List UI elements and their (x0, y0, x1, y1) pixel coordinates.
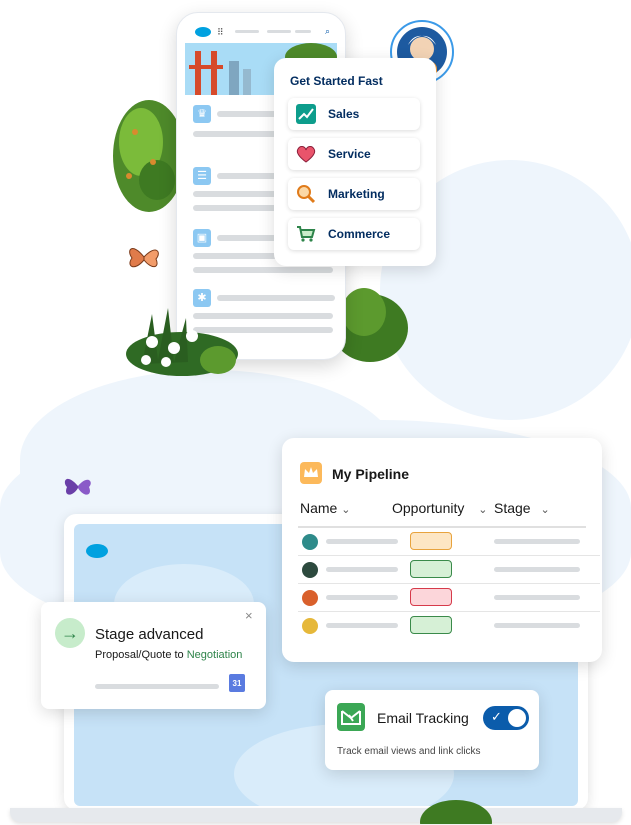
get-started-item-label: Sales (328, 107, 360, 121)
check-icon: ✓ (491, 709, 502, 724)
name-placeholder (326, 539, 398, 544)
get-started-item-service[interactable]: Service (288, 138, 420, 170)
contact-card-icon: ▣ (193, 229, 211, 247)
nav-placeholder (295, 30, 311, 33)
get-started-item-marketing[interactable]: Marketing (288, 178, 420, 210)
get-started-card: Get Started Fast Sales Service Marketing… (274, 58, 436, 266)
column-label: Opportunity (392, 500, 465, 516)
table-row[interactable] (298, 528, 600, 556)
phone-header: ⠿ ⌕ (177, 13, 345, 43)
arrow-right-icon: → (55, 618, 85, 648)
calendar-day: 31 (232, 679, 242, 688)
name-placeholder (326, 623, 398, 628)
text-placeholder (193, 267, 333, 273)
magnifier-icon (297, 185, 316, 204)
chart-up-icon (296, 104, 316, 124)
stage-placeholder (494, 567, 580, 572)
pipeline-title: My Pipeline (332, 466, 410, 482)
search-icon[interactable]: ⌕ (325, 26, 330, 37)
name-placeholder (326, 567, 398, 572)
email-tracking-title: Email Tracking (377, 710, 469, 726)
column-header-opportunity[interactable]: Opportunity ⌄ (392, 500, 487, 516)
chevron-down-icon: ⌄ (341, 504, 351, 516)
chevron-down-icon: ⌄ (540, 504, 550, 516)
stage-from: Proposal/Quote to (95, 649, 184, 661)
heart-icon (296, 146, 316, 163)
table-row[interactable] (298, 556, 600, 584)
get-started-item-commerce[interactable]: Commerce (288, 218, 420, 250)
toggle-knob (508, 709, 526, 727)
table-row[interactable] (298, 612, 600, 640)
stage-placeholder (494, 595, 580, 600)
name-placeholder (326, 595, 398, 600)
stage-placeholder (494, 623, 580, 628)
avatar (302, 618, 318, 634)
avatar (302, 534, 318, 550)
stage-description: Proposal/Quote to Negotiation (95, 649, 242, 661)
nav-placeholder (235, 30, 259, 33)
opportunity-chip (410, 532, 452, 550)
column-header-name[interactable]: Name ⌄ (300, 500, 350, 516)
crown-icon (300, 462, 322, 484)
pipeline-card: My Pipeline Name ⌄ Opportunity ⌄ Stage ⌄ (282, 438, 602, 662)
tree-illustration (113, 100, 185, 212)
butterfly-illustration (64, 478, 91, 495)
chevron-down-icon: ⌄ (478, 504, 488, 516)
flowers-illustration (126, 308, 238, 376)
nav-placeholder (267, 30, 291, 33)
get-started-title: Get Started Fast (290, 74, 383, 88)
cart-icon (297, 226, 316, 242)
text-placeholder (217, 173, 277, 179)
device-base (10, 808, 622, 822)
salesforce-cloud-icon (86, 544, 108, 558)
close-icon[interactable]: × (245, 608, 253, 623)
salesforce-cloud-icon (195, 27, 211, 37)
email-tracking-toggle[interactable]: ✓ (483, 706, 529, 730)
calendar-icon: 31 (229, 674, 245, 692)
butterfly-illustration (129, 248, 159, 268)
email-tracking-card: Email Tracking ✓ Track email views and l… (325, 690, 539, 770)
opportunity-chip (410, 616, 452, 634)
email-tracking-description: Track email views and link clicks (337, 746, 481, 757)
column-label: Stage (494, 500, 531, 516)
crown-icon: ♛ (193, 105, 211, 123)
table-row[interactable] (298, 584, 600, 612)
text-placeholder (217, 235, 277, 241)
bush-illustration (420, 800, 492, 824)
avatar (302, 590, 318, 606)
checklist-icon: ☰ (193, 167, 211, 185)
stage-advanced-card: → Stage advanced × Proposal/Quote to Neg… (41, 602, 266, 709)
text-placeholder (217, 111, 277, 117)
email-icon (337, 703, 365, 731)
opportunity-chip (410, 560, 452, 578)
progress-placeholder (95, 684, 219, 689)
column-header-stage[interactable]: Stage ⌄ (494, 500, 550, 516)
get-started-item-sales[interactable]: Sales (288, 98, 420, 130)
stage-placeholder (494, 539, 580, 544)
get-started-item-label: Service (328, 147, 371, 161)
avatar (302, 562, 318, 578)
stage-title: Stage advanced (95, 626, 204, 643)
get-started-item-label: Commerce (328, 227, 391, 241)
column-label: Name (300, 500, 338, 516)
get-started-item-label: Marketing (328, 187, 385, 201)
apps-grid-icon[interactable]: ⠿ (217, 27, 224, 38)
text-placeholder (217, 295, 335, 301)
opportunity-chip (410, 588, 452, 606)
stage-to: Negotiation (186, 649, 243, 661)
